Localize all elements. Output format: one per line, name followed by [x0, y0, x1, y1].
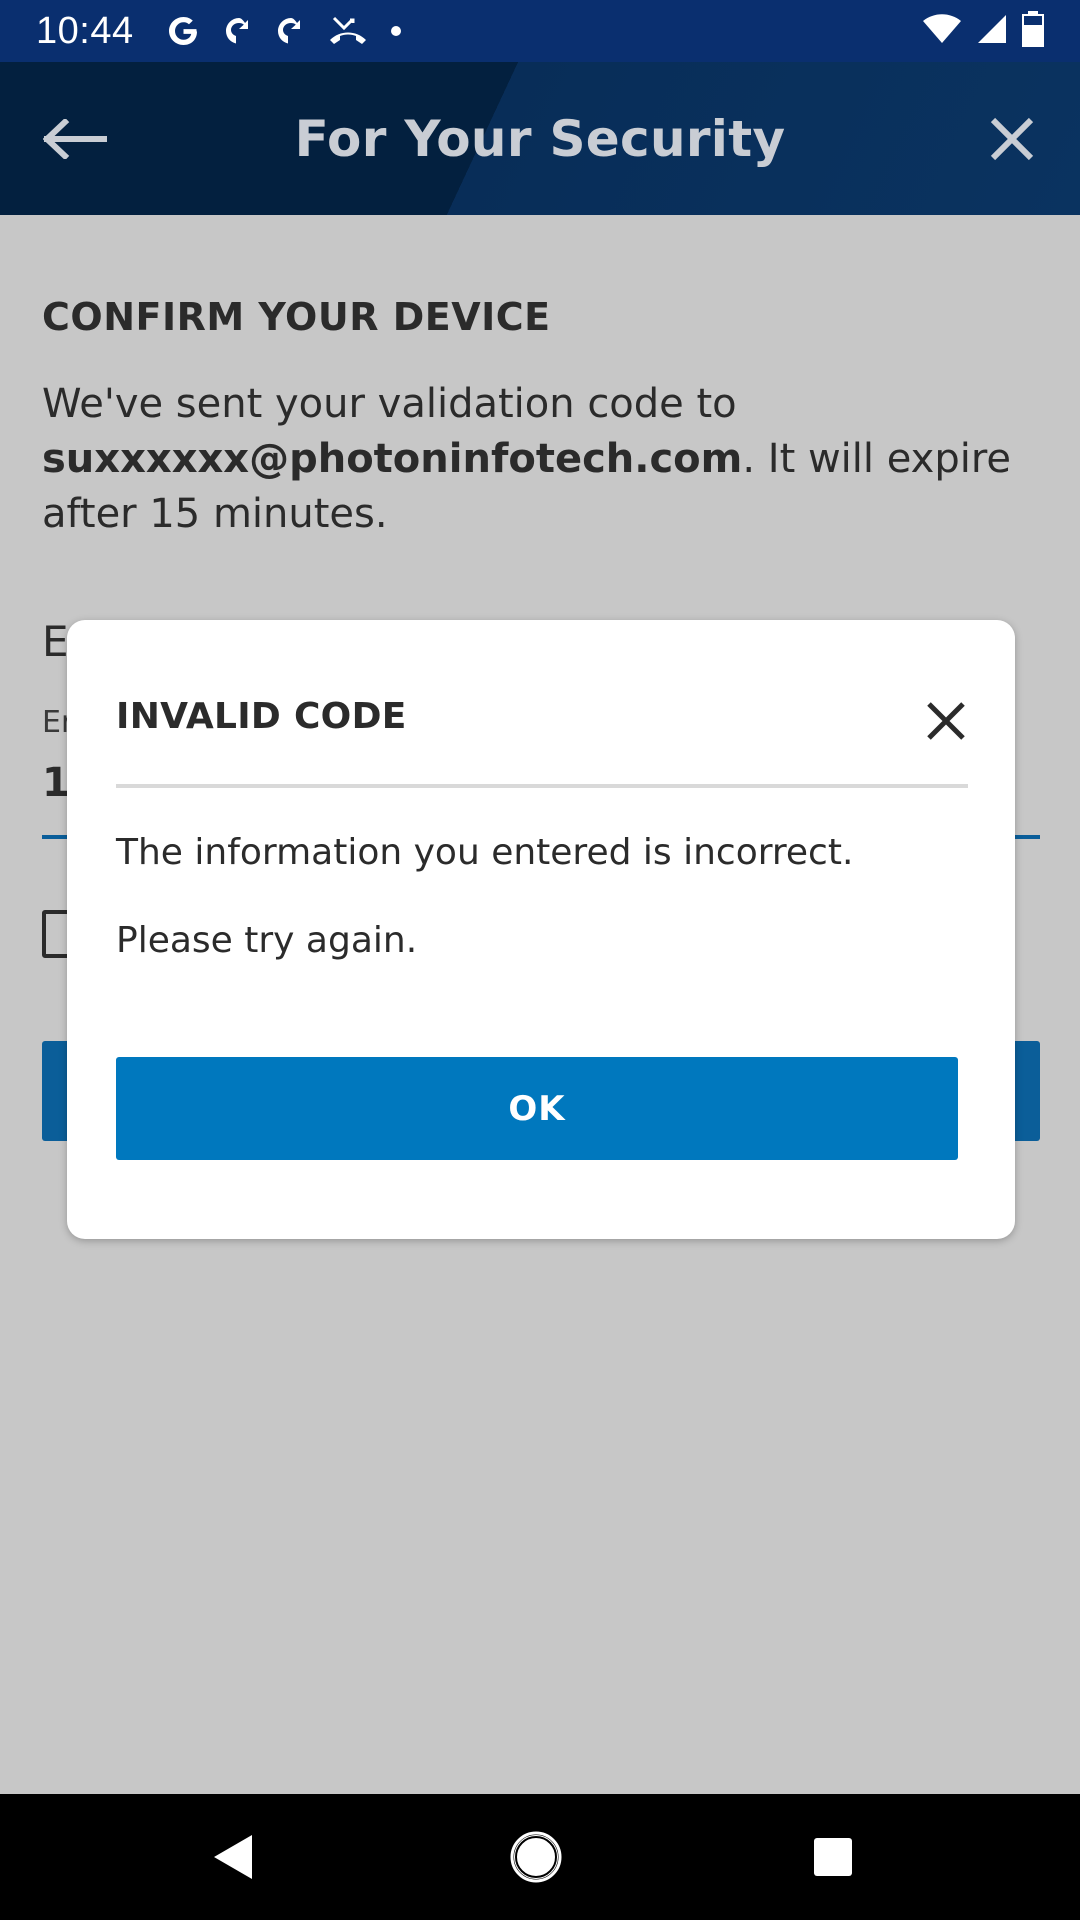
dialog-message: The information you entered is incorrect…	[116, 832, 854, 873]
nav-home-button[interactable]	[510, 1831, 562, 1883]
nav-back-button[interactable]	[210, 1832, 256, 1882]
dialog-divider	[116, 784, 968, 788]
back-triangle-icon	[214, 1835, 252, 1879]
navigation-bar	[0, 1794, 1080, 1920]
recents-square-icon	[814, 1838, 852, 1876]
dialog-close-button[interactable]	[921, 696, 971, 746]
dialog-retry-message: Please try again.	[116, 920, 418, 961]
dialog-title: INVALID CODE	[116, 696, 407, 737]
nav-recents-button[interactable]	[812, 1836, 854, 1878]
invalid-code-dialog: INVALID CODE The information you entered…	[67, 620, 1015, 1239]
ok-button[interactable]: OK	[116, 1057, 958, 1160]
close-icon	[927, 702, 965, 740]
home-circle-icon	[510, 1831, 562, 1883]
